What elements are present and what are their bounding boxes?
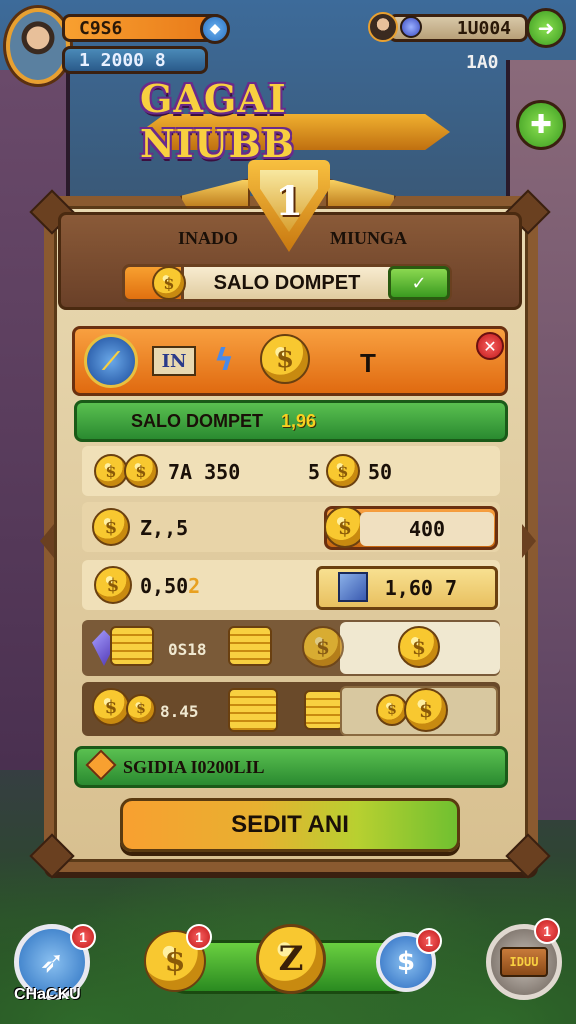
wallet-summary-row: SALO DOMPET 1,96 [74, 400, 508, 442]
coin-icon: $ [126, 694, 156, 724]
close-button[interactable]: ✕ [476, 332, 504, 360]
shoe-icon: ➶ [39, 944, 65, 980]
coin-icon: $ [326, 454, 360, 488]
reward-amount-value: 400 [360, 512, 494, 546]
reward-row-left-value: 0S18 [168, 640, 207, 659]
currency-value-right-secondary: 1A0 [466, 52, 499, 73]
reward-row-left-value: 0,502 [140, 574, 201, 598]
notification-badge: 1 [70, 924, 96, 950]
add-button[interactable]: ✚ [516, 100, 566, 150]
chest-icon: IDUU [500, 947, 548, 977]
tab-compass-icon[interactable]: ⟋ [84, 334, 138, 388]
reward-row-left-value: 8.45 [160, 702, 199, 721]
wing-left-icon [180, 178, 250, 208]
orb-icon [400, 16, 422, 38]
mini-avatar-icon [368, 12, 398, 42]
coin-icon: $ [124, 454, 158, 488]
reward-row-mid-value: 5 [308, 460, 321, 484]
arrow-icon: ➜ [537, 16, 555, 40]
center-nav-button[interactable]: Z [256, 924, 326, 994]
coin-icon: $ [92, 688, 130, 726]
wing-right-icon [326, 178, 396, 208]
coin-stack-icon [228, 688, 278, 732]
reward-row-left-value: Z,,5 [140, 516, 189, 540]
cube-icon [338, 572, 368, 602]
wallet-row-value: 1,96 [281, 410, 317, 431]
submit-button-label: SEDIT ANI [231, 811, 349, 838]
coin-icon: $ [94, 454, 128, 488]
tab-t[interactable]: T [360, 348, 376, 379]
player-avatar[interactable] [6, 8, 70, 84]
coin-icon: $ [92, 508, 130, 546]
page-title: GAGAI NIUBB [140, 76, 295, 166]
coin-stack-icon [110, 626, 154, 666]
tab-in[interactable]: IN [152, 346, 196, 376]
coin-icon: $ [404, 688, 448, 732]
currency-bar-secondary[interactable]: 1 2000 8 [62, 46, 208, 74]
wallet-label: SALO DOMPET [213, 271, 361, 294]
notification-badge: 1 [186, 924, 212, 950]
tab-coin-icon[interactable]: $ [260, 334, 310, 384]
footer-info-row: SGIDIA I0200LIL [74, 746, 508, 788]
wallet-row-label: SALO DOMPET [131, 410, 264, 431]
gem-icon-button[interactable]: ◆ [200, 14, 230, 44]
submit-button[interactable]: SEDIT ANI [120, 798, 460, 852]
notification-badge: 1 [534, 918, 560, 944]
coin-stack-icon [228, 626, 272, 666]
header-left-label: INADO [178, 228, 239, 248]
center-nav-glyph: Z [278, 939, 304, 979]
close-icon: ✕ [483, 336, 497, 356]
reward-row-right-value: 50 [368, 460, 393, 484]
plus-icon: ✚ [530, 110, 552, 140]
reward-box-value: 1,60 7 [384, 576, 457, 600]
currency-value-secondary: 1 2000 8 [79, 49, 166, 71]
coin-icon: $ [152, 266, 186, 300]
coin-icon: $ [302, 626, 344, 668]
currency-value: C9S6 [79, 17, 123, 39]
coin-icon: $ [398, 626, 440, 668]
footer-info-label: SGIDIA I0200LIL [123, 756, 265, 777]
title-banner: GAGAI NIUBB [140, 76, 450, 166]
tab-lightning-icon[interactable]: ϟ [204, 338, 244, 382]
bottom-left-label: CHaCKU [14, 986, 81, 1003]
arrow-forward-button[interactable]: ➜ [526, 8, 566, 48]
wallet-confirm-button[interactable]: ✓ [388, 266, 450, 300]
header-right-label: MIUNGA [330, 228, 407, 248]
notification-badge: 1 [416, 928, 442, 954]
gem-icon: ◆ [209, 21, 221, 37]
check-icon: ✓ [411, 272, 427, 294]
reward-row-left-value: 7A 350 [168, 460, 241, 484]
dollar-icon: $ [396, 947, 416, 977]
coin-stack-icon [304, 690, 344, 730]
coin-icon: $ [94, 566, 132, 604]
currency-value-right: 1U004 [456, 17, 511, 39]
